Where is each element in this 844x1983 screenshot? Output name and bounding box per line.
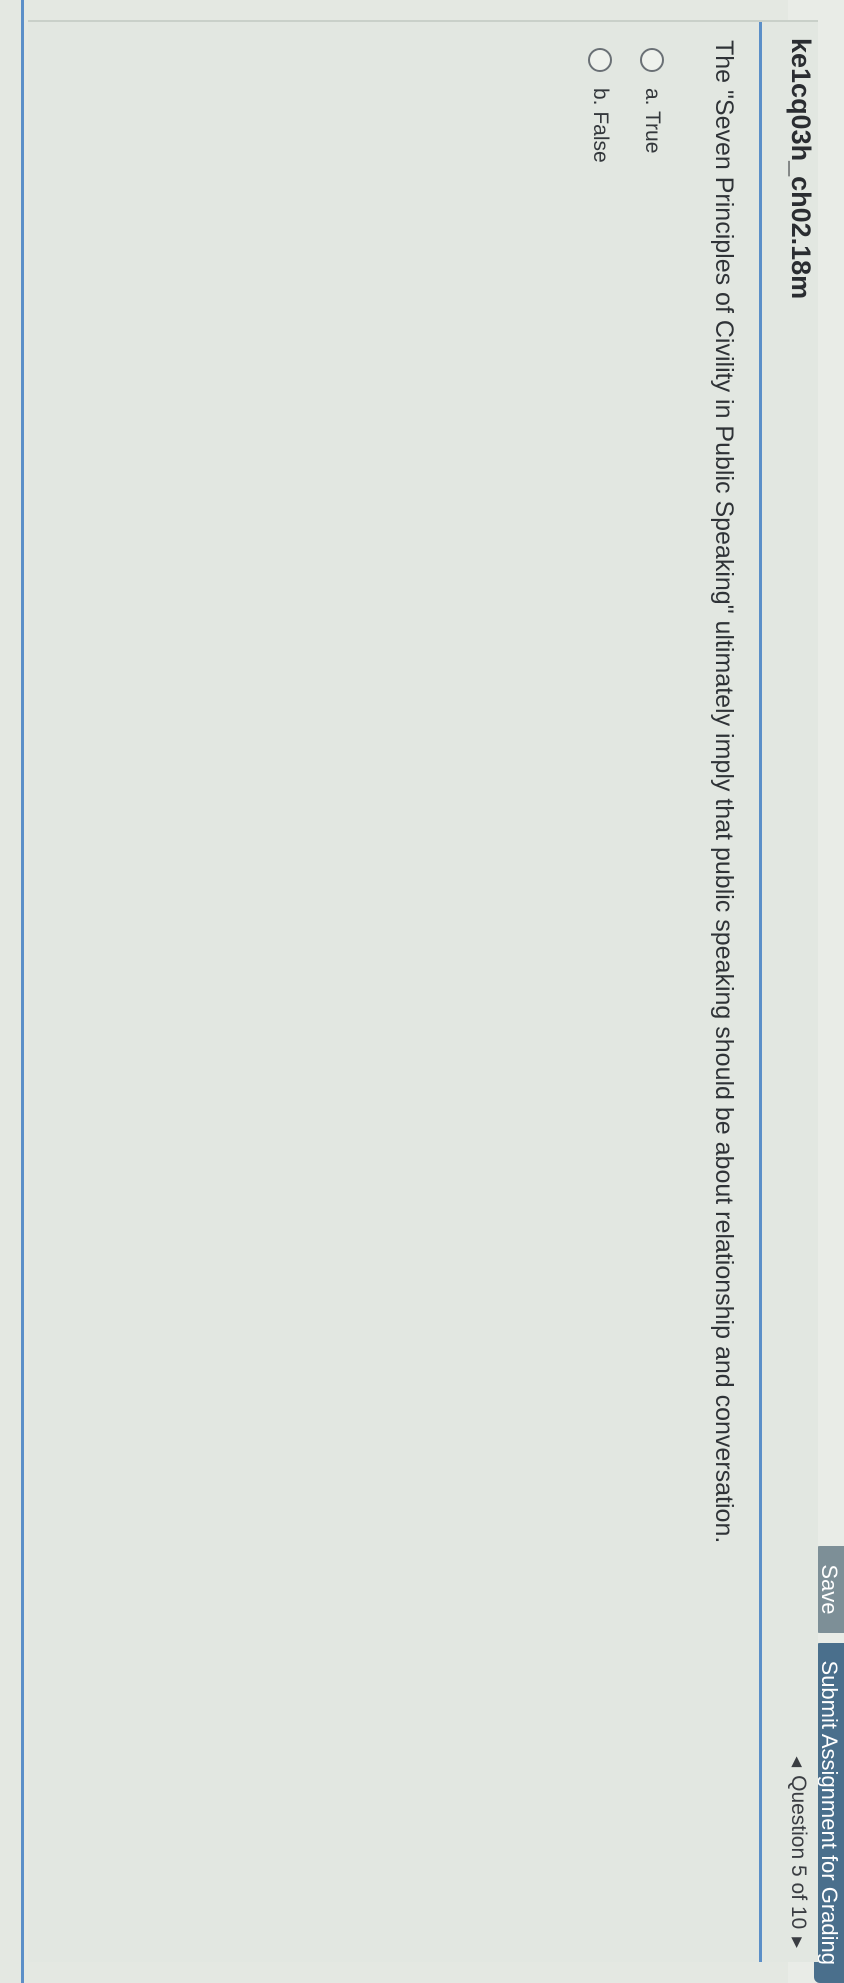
submit-assignment-button[interactable]: Submit Assignment for Grading bbox=[814, 1642, 844, 1983]
option-true[interactable]: a. True bbox=[626, 48, 678, 163]
radio-true[interactable] bbox=[640, 48, 664, 72]
question-position: Question 5 of 10 bbox=[787, 1775, 810, 1930]
bottom-divider bbox=[21, 0, 24, 1983]
option-false[interactable]: b. False bbox=[574, 48, 626, 163]
assignment-title: ke1cq03h_ch02.18m bbox=[786, 38, 816, 300]
question-navigation: ◀ Question 5 of 10 ▶ bbox=[786, 1756, 810, 1948]
assignment-actions: Save Submit Assignment for Grading bbox=[814, 1546, 844, 1983]
question-panel: ke1cq03h_ch02.18m ◀ Question 5 of 10 ▶ T… bbox=[28, 20, 818, 1962]
radio-false[interactable] bbox=[588, 48, 612, 72]
answer-options: a. True b. False bbox=[574, 48, 678, 163]
header-divider bbox=[759, 22, 762, 1962]
previous-question-icon[interactable]: ◀ bbox=[790, 1756, 807, 1767]
option-label: a. True bbox=[641, 88, 664, 154]
quiz-screen: Save Submit Assignment for Grading ke1cq… bbox=[0, 0, 844, 1983]
next-question-icon[interactable]: ▶ bbox=[790, 1937, 807, 1948]
save-button[interactable]: Save bbox=[814, 1546, 844, 1633]
option-label: b. False bbox=[589, 88, 612, 163]
question-text: The "Seven Principles of Civility in Pub… bbox=[710, 40, 738, 1544]
